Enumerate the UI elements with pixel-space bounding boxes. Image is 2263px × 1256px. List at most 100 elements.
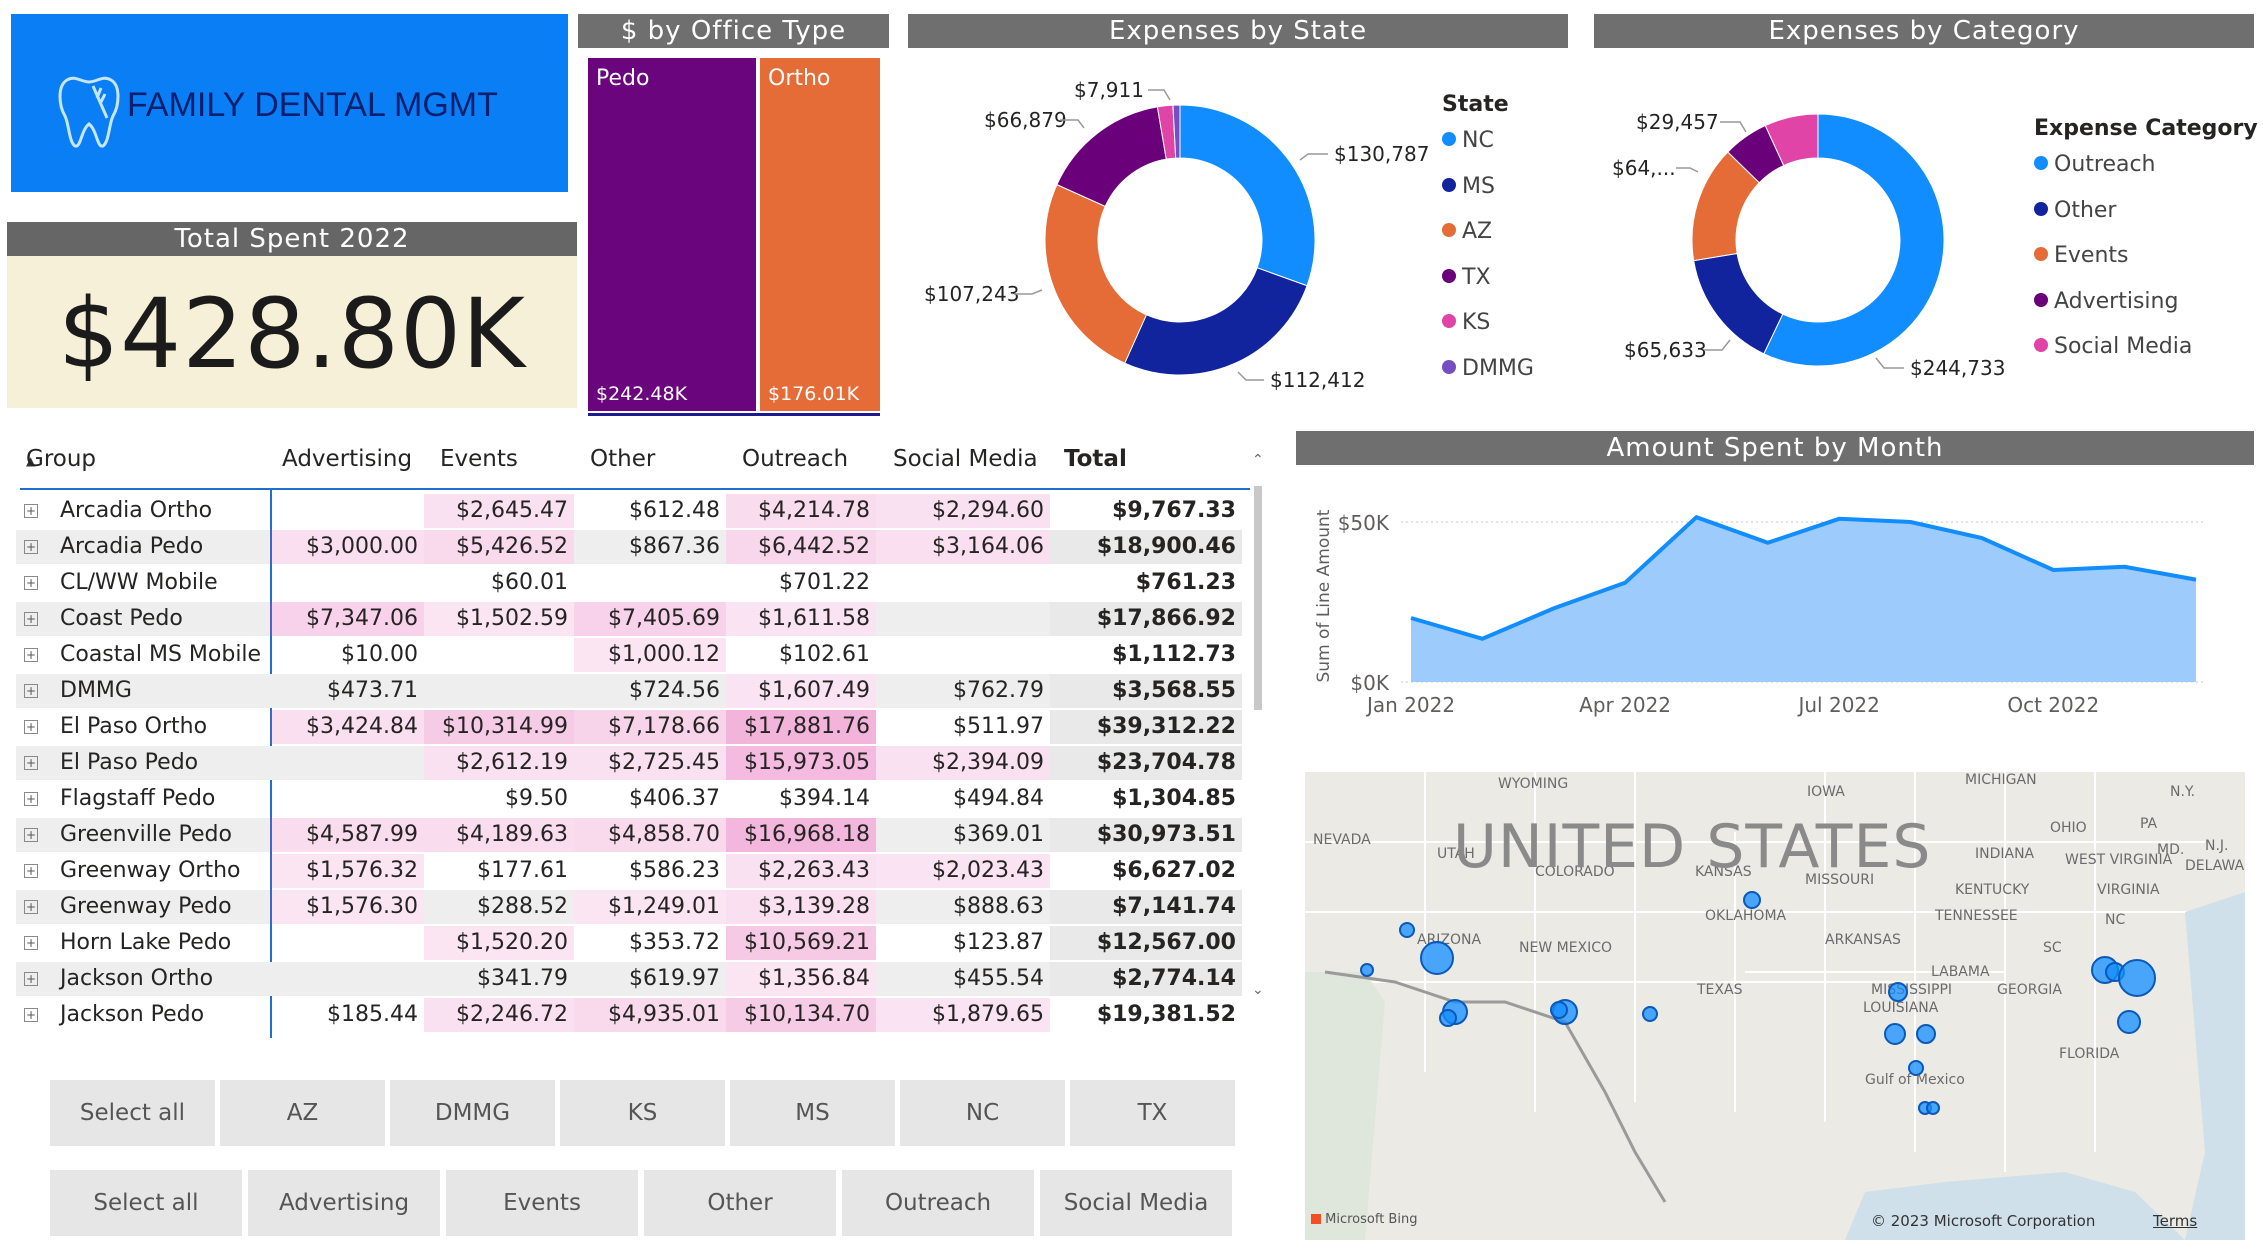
expand-icon[interactable]: + <box>24 576 38 590</box>
slicer-button-nc[interactable]: NC <box>900 1080 1065 1146</box>
legend-item-outreach[interactable]: Outreach <box>2034 152 2156 177</box>
map-bubble[interactable] <box>1399 922 1415 938</box>
expand-icon[interactable]: + <box>24 864 38 878</box>
map-bubble[interactable] <box>1884 1023 1906 1045</box>
expand-icon[interactable]: + <box>24 504 38 518</box>
slicer-button-other[interactable]: Other <box>644 1170 836 1236</box>
expand-icon[interactable]: + <box>24 648 38 662</box>
slicer-button-ms[interactable]: MS <box>730 1080 895 1146</box>
map-bubble[interactable] <box>1908 1060 1924 1076</box>
cell-outreach: $1,611.58 <box>726 602 876 636</box>
cell-social-media: $369.01 <box>876 818 1050 852</box>
slicer-button-dmmg[interactable]: DMMG <box>390 1080 555 1146</box>
map-bubble[interactable] <box>1550 1001 1568 1019</box>
table-row[interactable]: Greenway Ortho + $1,576.32 $177.61 $586.23 $2… <box>0 854 1236 890</box>
slicer-button-ks[interactable]: KS <box>560 1080 725 1146</box>
cell-total: $3,568.55 <box>1050 674 1242 708</box>
slicer-button-social-media[interactable]: Social Media <box>1040 1170 1232 1236</box>
column-header-social-media[interactable]: Social Media <box>893 446 1038 472</box>
slicer-button-events[interactable]: Events <box>446 1170 638 1236</box>
cell-group: Arcadia Pedo + <box>16 530 270 564</box>
cell-other: $2,725.45 <box>574 746 726 780</box>
cell-events <box>424 674 574 708</box>
map-bubbles[interactable] <box>1305 772 2245 1240</box>
amount-by-month-chart[interactable]: $0K $50K Jan 2022 Apr 2022 Jul 2022 Oct 2022 S… <box>1296 470 2256 730</box>
cell-other: $1,249.01 <box>574 890 726 924</box>
expand-icon[interactable]: + <box>24 612 38 626</box>
table-row[interactable]: El Paso Ortho + $3,424.84 $10,314.99 $7,178.… <box>0 710 1242 746</box>
legend-item-social-media[interactable]: Social Media <box>2034 334 2192 359</box>
cell-group: DMMG + <box>16 674 270 708</box>
cell-events: $1,502.59 <box>424 602 574 636</box>
table-row[interactable]: CL/WW Mobile + $60.01 $701.22 $761.23 <box>0 566 1236 602</box>
table-header-divider <box>20 488 1250 490</box>
expand-icon[interactable]: + <box>24 756 38 770</box>
cell-group: Jackson Pedo + <box>24 1002 205 1027</box>
column-header-other[interactable]: Other <box>590 446 655 472</box>
expand-icon[interactable]: + <box>24 720 38 734</box>
map-bubble[interactable] <box>1439 1009 1457 1027</box>
table-row[interactable]: Greenway Pedo + $1,576.30 $288.52 $1,249.01 $… <box>0 890 1242 926</box>
cell-events: $1,520.20 <box>424 926 574 960</box>
cell-outreach: $17,881.76 <box>726 710 876 744</box>
table-row[interactable]: DMMG + $473.71 $724.56 $1,607.49 $762.79 $3,56… <box>0 674 1242 710</box>
map-bubble[interactable] <box>2117 1010 2141 1034</box>
slicer-button-az[interactable]: AZ <box>220 1080 385 1146</box>
cell-social-media: $3,164.06 <box>876 530 1050 564</box>
scroll-up-icon[interactable]: ⌃ <box>1252 452 1264 468</box>
column-header-outreach[interactable]: Outreach <box>742 446 848 472</box>
table-row[interactable]: Jackson Ortho + $341.79 $619.97 $1,356.84 $45… <box>0 962 1242 998</box>
table-row[interactable]: Arcadia Ortho + $2,645.47 $612.48 $4,214.78 $… <box>0 494 1236 530</box>
map-bubble[interactable] <box>1743 891 1761 909</box>
expand-icon[interactable]: + <box>24 684 38 698</box>
cell-social-media: $2,394.09 <box>876 746 1050 780</box>
map-bubble[interactable] <box>1916 1024 1936 1044</box>
map-terms-link[interactable]: Terms <box>2153 1212 2197 1230</box>
expand-icon[interactable]: + <box>24 1008 38 1022</box>
table-row[interactable]: Coastal MS Mobile + $10.00 $1,000.12 $102.61… <box>0 638 1236 674</box>
map[interactable]: WYOMING IOWA MICHIGAN N.Y. NEVADA UTAH COLORAD… <box>1305 772 2245 1240</box>
cell-social-media: $1,879.65 <box>876 998 1050 1032</box>
cell-social-media: $494.84 <box>953 786 1044 811</box>
map-bubble[interactable] <box>1360 963 1374 977</box>
table-row[interactable]: Horn Lake Pedo + $1,520.20 $353.72 $10,569.2… <box>0 926 1242 962</box>
cell-other: $7,405.69 <box>574 602 726 636</box>
column-header-advertising[interactable]: Advertising <box>282 446 412 472</box>
scroll-down-icon[interactable]: ⌄ <box>1252 982 1264 998</box>
map-bubble[interactable] <box>2118 959 2156 997</box>
slicer-button-outreach[interactable]: Outreach <box>842 1170 1034 1236</box>
map-bubble[interactable] <box>1926 1101 1940 1115</box>
table-row[interactable]: Jackson Pedo + $185.44 $2,246.72 $4,935.01 $1… <box>0 998 1236 1034</box>
map-bubble[interactable] <box>1642 1006 1658 1022</box>
column-header-total[interactable]: Total <box>1064 446 1127 472</box>
slicer-button-select-all[interactable]: Select all <box>50 1170 242 1236</box>
table-scrollbar[interactable]: ⌃ ⌄ <box>1250 452 1268 1008</box>
table-row[interactable]: Flagstaff Pedo + $9.50 $406.37 $394.14 $494.8… <box>0 782 1236 818</box>
legend-item-other[interactable]: Other <box>2034 198 2116 223</box>
legend-item-advertising[interactable]: Advertising <box>2034 289 2178 314</box>
map-bubble[interactable] <box>1420 941 1454 975</box>
expand-icon[interactable]: + <box>24 936 38 950</box>
table-row[interactable]: Arcadia Pedo + $3,000.00 $5,426.52 $867.36 $6… <box>0 530 1242 566</box>
column-header-events[interactable]: Events <box>440 446 518 472</box>
expand-icon[interactable]: + <box>24 900 38 914</box>
expand-icon[interactable]: + <box>24 792 38 806</box>
scrollbar-thumb[interactable] <box>1254 486 1262 710</box>
column-header-group[interactable]: Group <box>26 446 96 472</box>
cell-group: Greenway Ortho + <box>24 858 241 883</box>
cell-advertising <box>270 782 424 816</box>
expand-icon[interactable]: + <box>24 972 38 986</box>
slicer-button-select-all[interactable]: Select all <box>50 1080 215 1146</box>
table-row[interactable]: Coast Pedo + $7,347.06 $1,502.59 $7,405.69 $1… <box>0 602 1242 638</box>
table-row[interactable]: Greenville Pedo + $4,587.99 $4,189.63 $4,858… <box>0 818 1242 854</box>
table-row[interactable]: El Paso Pedo + $2,612.19 $2,725.45 $15,973.0… <box>0 746 1242 782</box>
map-bubble[interactable] <box>1888 982 1908 1002</box>
map-attribution: © 2023 Microsoft Corporation <box>1871 1212 2096 1230</box>
cell-total: $9,767.33 <box>1112 498 1236 523</box>
slicer-button-advertising[interactable]: Advertising <box>248 1170 440 1236</box>
legend-item-events[interactable]: Events <box>2034 243 2129 268</box>
expand-icon[interactable]: + <box>24 540 38 554</box>
slicer-button-tx[interactable]: TX <box>1070 1080 1235 1146</box>
y-tick-label: $50K <box>1338 511 1390 535</box>
expand-icon[interactable]: + <box>24 828 38 842</box>
